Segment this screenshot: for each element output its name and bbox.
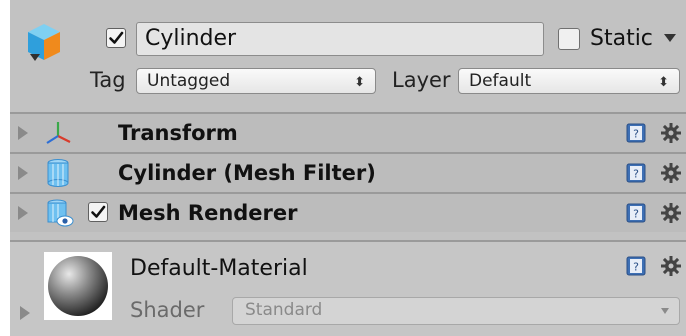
checkmark-icon (91, 205, 106, 218)
material-name: Default-Material (130, 256, 308, 281)
shader-value: Standard (245, 300, 323, 320)
object-name-field[interactable]: Cylinder (136, 22, 544, 56)
transform-axes-icon (46, 122, 71, 144)
static-dropdown-arrow-icon[interactable] (662, 30, 678, 46)
gear-icon[interactable] (660, 162, 682, 184)
component-title: Mesh Renderer (118, 201, 298, 225)
layer-value: Default (469, 71, 532, 91)
layer-dropdown[interactable]: Default ⬍ (458, 68, 680, 94)
component-title: Cylinder (Mesh Filter) (118, 161, 376, 185)
foldout-arrow-icon[interactable] (18, 206, 28, 220)
svg-text:?: ? (633, 208, 639, 221)
mesh-filter-icon (47, 159, 69, 187)
dropdown-arrows-icon: ⬍ (354, 75, 365, 90)
help-book-icon[interactable]: ? (626, 256, 646, 276)
gameobject-header: Cylinder Static Tag Untagged ⬍ Layer Def… (10, 0, 686, 110)
foldout-arrow-icon[interactable] (18, 166, 28, 180)
shader-label: Shader (130, 298, 205, 322)
inspector-panel: Cylinder Static Tag Untagged ⬍ Layer Def… (10, 0, 686, 336)
tag-dropdown[interactable]: Untagged ⬍ (136, 68, 376, 94)
help-book-icon[interactable]: ? (626, 203, 646, 223)
static-label: Static (590, 26, 653, 51)
shader-dropdown[interactable]: Standard (232, 297, 680, 325)
foldout-arrow-icon[interactable] (20, 306, 30, 320)
mesh-renderer-enabled-checkbox[interactable] (88, 202, 108, 222)
material-section: Default-Material ? Shader Standard (10, 242, 686, 336)
component-header-mesh-filter[interactable]: Cylinder (Mesh Filter) ? (10, 152, 686, 192)
material-preview (44, 252, 112, 320)
help-book-icon[interactable]: ? (626, 163, 646, 183)
help-book-icon[interactable]: ? (626, 123, 646, 143)
svg-text:?: ? (633, 168, 639, 181)
material-sphere-icon (48, 256, 108, 316)
tag-value: Untagged (147, 71, 231, 91)
checkmark-icon (109, 31, 124, 44)
svg-text:?: ? (633, 128, 639, 141)
layer-label: Layer (392, 68, 451, 92)
mesh-renderer-icon (47, 199, 74, 227)
gear-icon[interactable] (660, 202, 682, 224)
static-checkbox[interactable] (558, 28, 580, 50)
component-header-mesh-renderer[interactable]: Mesh Renderer ? (10, 192, 686, 232)
component-header-transform[interactable]: Transform ? (10, 112, 686, 152)
component-title: Transform (118, 121, 238, 145)
foldout-arrow-icon[interactable] (18, 126, 28, 140)
svg-text:?: ? (633, 261, 639, 274)
active-toggle-checkbox[interactable] (106, 28, 126, 48)
tag-label: Tag (90, 68, 126, 92)
gameobject-cube-icon[interactable] (26, 22, 62, 68)
gear-icon[interactable] (660, 122, 682, 144)
gear-icon[interactable] (660, 255, 682, 277)
dropdown-arrows-icon: ⬍ (658, 75, 669, 90)
chevron-down-icon (661, 308, 669, 314)
